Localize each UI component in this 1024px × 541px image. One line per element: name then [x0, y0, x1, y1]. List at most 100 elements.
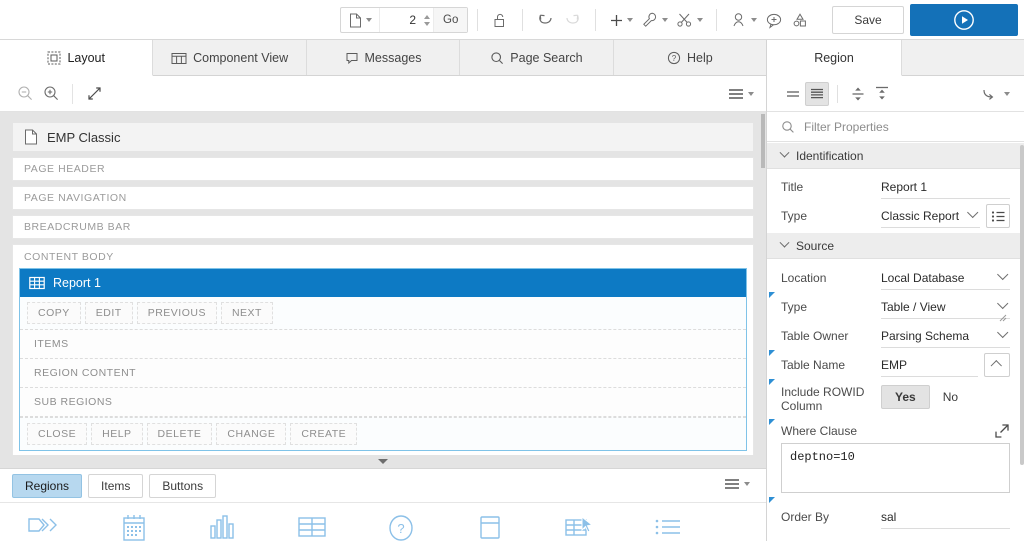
gallery-item-faq[interactable]: ?	[356, 513, 445, 541]
gallery-item-list-view[interactable]	[623, 513, 712, 541]
tab-messages[interactable]: Messages	[306, 40, 461, 75]
gallery-item-breadcrumb[interactable]	[0, 513, 89, 541]
layout-menu-button[interactable]	[728, 81, 754, 107]
placeholder-button-help[interactable]: HELP	[91, 423, 143, 445]
page-icon-dropdown[interactable]	[341, 8, 380, 32]
stepper-down-icon[interactable]	[423, 21, 430, 26]
stepper-up-icon[interactable]	[423, 14, 430, 19]
region-slot-sub-regions[interactable]: SUB REGIONS	[20, 388, 746, 417]
theme-button[interactable]	[787, 6, 813, 34]
region-slot-region-content[interactable]: REGION CONTENT	[20, 359, 746, 388]
lock-page-button[interactable]	[487, 6, 513, 34]
property-value: Local Database	[881, 270, 965, 285]
collapse-all-icon	[876, 86, 888, 99]
page-number-input[interactable]	[380, 12, 420, 28]
tab-page-search[interactable]: Page Search	[460, 40, 614, 75]
property-group-identification[interactable]: Identification	[767, 143, 1024, 169]
placeholder-button-create[interactable]: CREATE	[290, 423, 358, 445]
region-slot-items[interactable]: ITEMS	[20, 330, 746, 359]
include-rowid-yes[interactable]: Yes	[881, 385, 930, 409]
table-name-select[interactable]: EMP	[881, 353, 978, 377]
utilities-menu-button[interactable]	[637, 6, 672, 34]
gallery-item-classic-report[interactable]	[267, 513, 356, 541]
gallery-tab-buttons[interactable]: Buttons	[149, 473, 217, 498]
expand-layout-button[interactable]	[81, 81, 107, 107]
canvas-scrollbar[interactable]	[761, 114, 765, 168]
placeholder-button-change[interactable]: CHANGE	[216, 423, 287, 445]
property-tab-bar: Region	[767, 40, 1024, 76]
zoom-in-button[interactable]	[38, 81, 64, 107]
gallery-item-form[interactable]	[445, 513, 534, 541]
page-number-stepper[interactable]	[420, 8, 433, 32]
toolbar-center-group: Go	[340, 0, 813, 40]
placeholder-button-previous[interactable]: PREVIOUS	[136, 302, 217, 324]
comments-button[interactable]	[761, 6, 787, 34]
source-type-select[interactable]: Table / View	[881, 295, 1010, 319]
placeholder-button-copy[interactable]: COPY	[27, 302, 81, 324]
slot-page-navigation[interactable]: PAGE NAVIGATION	[12, 186, 754, 210]
property-panel-scrollbar[interactable]	[1020, 145, 1024, 465]
tab-help[interactable]: ? Help	[613, 40, 767, 75]
chevron-down-icon	[997, 297, 1009, 309]
tab-label: Page Search	[510, 50, 583, 65]
where-clause-textarea[interactable]: deptno=10	[781, 443, 1010, 493]
expand-all-button[interactable]	[846, 82, 870, 106]
redo-button[interactable]	[559, 6, 586, 34]
gallery-item-list: ?	[0, 503, 766, 541]
gallery-item-calendar[interactable]	[89, 513, 178, 541]
placeholder-button-close[interactable]: CLOSE	[27, 423, 88, 445]
gallery-tab-items[interactable]: Items	[88, 473, 144, 498]
placeholder-button-next[interactable]: NEXT	[220, 302, 273, 324]
slot-page-header[interactable]: PAGE HEADER	[12, 157, 754, 181]
canvas-collapse-handle[interactable]	[0, 455, 766, 468]
title-input[interactable]: Report 1	[881, 175, 1010, 199]
location-select[interactable]: Local Database	[881, 266, 1010, 290]
chevron-up-icon	[990, 360, 1002, 372]
show-all-button[interactable]	[805, 81, 829, 106]
property-label: Location	[781, 271, 827, 285]
zoom-out-button[interactable]	[12, 81, 38, 107]
property-group-source[interactable]: Source	[767, 233, 1024, 259]
tab-component-view[interactable]: Component View	[153, 40, 307, 75]
goto-group-button[interactable]	[982, 82, 1010, 106]
team-development-menu-button[interactable]	[726, 6, 761, 34]
chevron-down-icon	[751, 18, 758, 22]
where-clause-expand-button[interactable]	[994, 423, 1010, 439]
page-title-bar[interactable]: EMP Classic	[12, 122, 754, 152]
page-selector[interactable]: Go	[340, 7, 469, 33]
filter-properties-row[interactable]	[767, 112, 1024, 142]
placeholder-button-delete[interactable]: DELETE	[146, 423, 213, 445]
gallery-item-chart[interactable]	[178, 513, 267, 541]
include-rowid-no[interactable]: No	[930, 386, 971, 408]
group-label: Source	[796, 238, 835, 253]
gallery-item-interactive-grid[interactable]	[534, 513, 623, 541]
collapse-all-button[interactable]	[870, 82, 894, 106]
page-title: EMP Classic	[47, 129, 121, 145]
include-rowid-toggle[interactable]: Yes No	[881, 385, 1010, 409]
table-owner-select[interactable]: Parsing Schema	[881, 324, 1010, 348]
run-page-button[interactable]	[910, 4, 1018, 36]
filter-properties-input[interactable]	[802, 118, 1010, 135]
show-common-button[interactable]	[781, 82, 805, 106]
undo-button[interactable]	[532, 6, 559, 34]
property-label: Type	[781, 209, 808, 223]
region-report-1[interactable]: Report 1 COPY EDIT PREVIOUS NEXT ITEMS R…	[19, 268, 747, 451]
gallery-tab-regions[interactable]: Regions	[12, 473, 83, 498]
property-row-table-owner: Table Owner Parsing Schema	[767, 319, 1024, 348]
order-by-input[interactable]: sal	[881, 505, 1010, 529]
region-header[interactable]: Report 1	[20, 269, 746, 297]
go-button[interactable]: Go	[433, 8, 468, 32]
shared-components-menu-button[interactable]	[672, 6, 707, 34]
tab-layout[interactable]: Layout	[0, 40, 154, 76]
slot-breadcrumb-bar[interactable]: BREADCRUMB BAR	[12, 215, 754, 239]
chevron-down-icon	[378, 459, 388, 464]
save-button[interactable]: Save	[832, 6, 904, 34]
create-menu-button[interactable]	[605, 6, 637, 34]
table-name-collapse-button[interactable]	[984, 353, 1010, 377]
tab-region[interactable]: Region	[767, 40, 902, 76]
property-row-include-rowid: Include ROWID Column Yes No	[767, 377, 1024, 413]
region-type-select[interactable]: Classic Report	[881, 204, 980, 228]
region-type-lov-button[interactable]	[986, 204, 1010, 228]
gallery-menu-button[interactable]	[724, 477, 750, 491]
placeholder-button-edit[interactable]: EDIT	[84, 302, 133, 324]
